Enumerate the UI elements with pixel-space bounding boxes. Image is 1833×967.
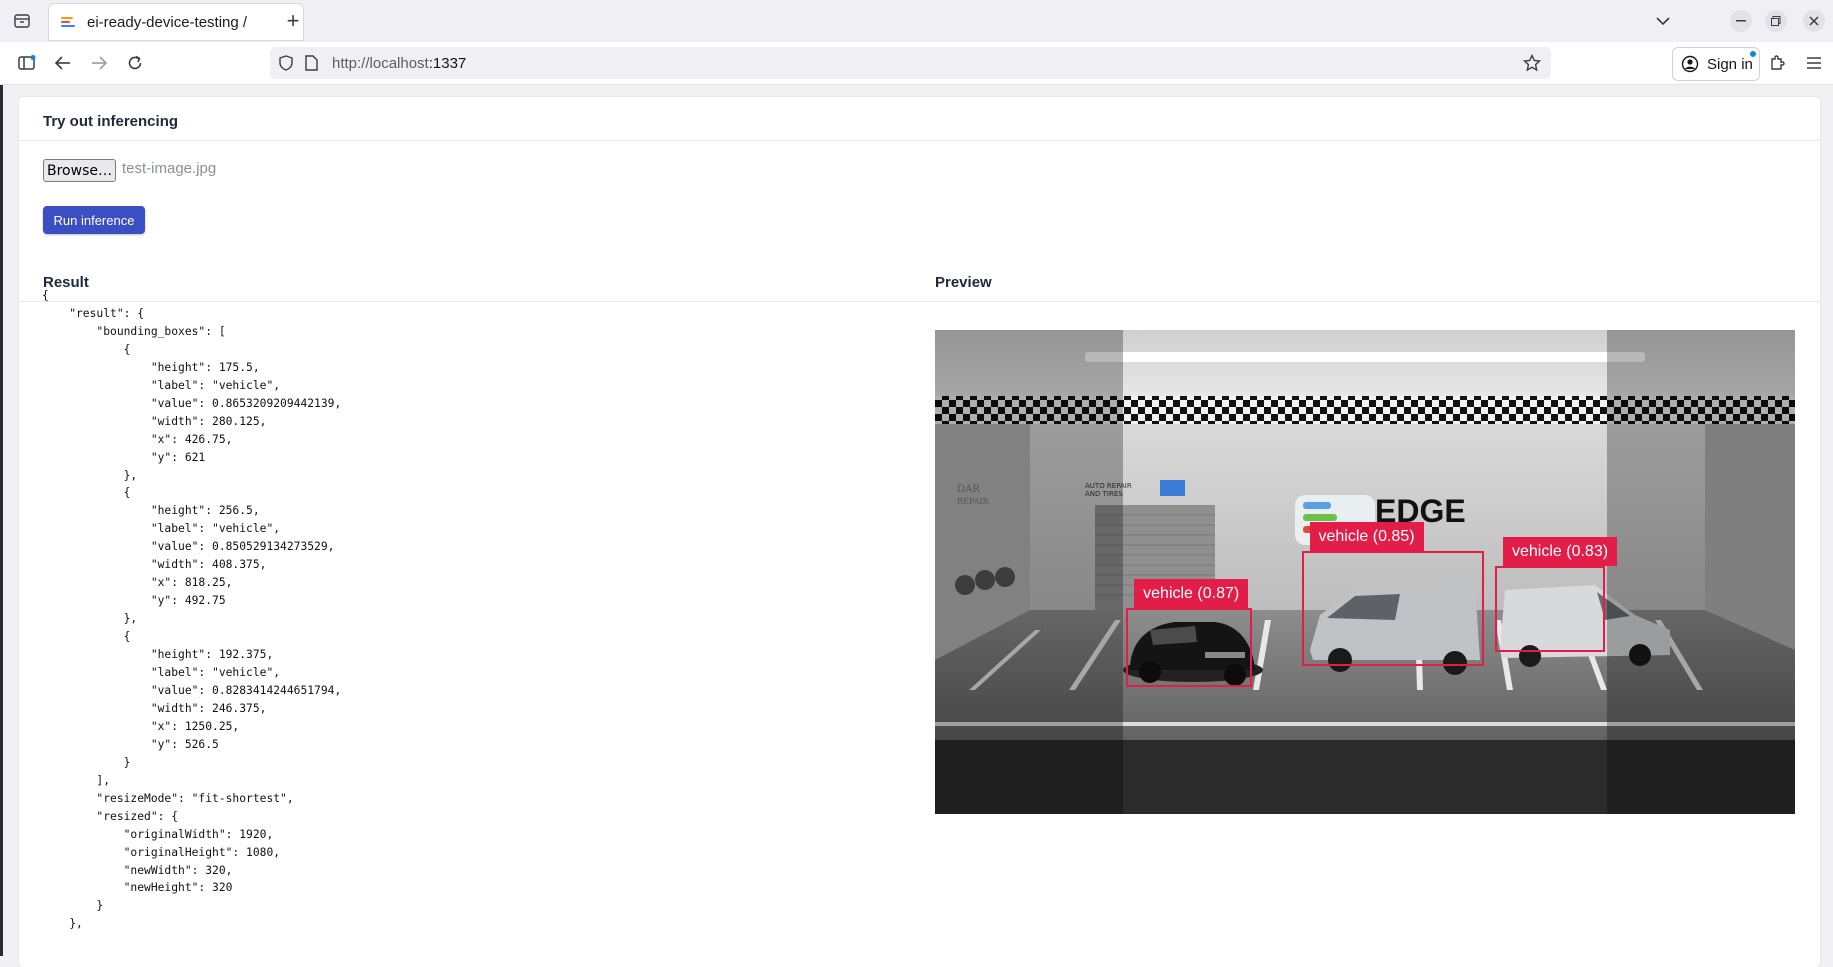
header-divider: [19, 140, 1820, 141]
page-info-icon[interactable]: [304, 55, 318, 76]
browser-tab-active[interactable]: ei-ready-device-testing /: [49, 4, 303, 40]
url-host: http://localhost: [332, 54, 429, 72]
detection-box: [1126, 608, 1252, 687]
browse-file-button[interactable]: Browse…: [43, 159, 116, 182]
url-port: :1337: [428, 54, 467, 72]
detection-label: vehicle (0.87): [1134, 579, 1249, 609]
inference-card: Try out inferencing Browse… test-image.j…: [19, 97, 1820, 967]
window-restore-icon[interactable]: [1765, 10, 1787, 32]
tab-favicon-icon: [61, 14, 77, 30]
notification-dot-icon: [1750, 51, 1756, 57]
sign-in-button[interactable]: Sign in: [1672, 47, 1760, 81]
tracking-protection-shield-icon[interactable]: [278, 55, 294, 76]
sidebar-toggle-icon[interactable]: [16, 52, 38, 74]
detection-label: vehicle (0.83): [1503, 536, 1618, 566]
page-viewport: Try out inferencing Browse… test-image.j…: [0, 85, 1833, 967]
preview-image: AUTO REPAIR AND TIRES DAR REPAIR EDGE ve…: [935, 330, 1795, 814]
preview-section-title: Preview: [935, 274, 992, 291]
back-arrow-icon[interactable]: [52, 52, 74, 74]
window-left-edge: [0, 85, 3, 956]
window-minimize-icon[interactable]: [1730, 10, 1752, 32]
detection-label: vehicle (0.85): [1309, 521, 1424, 551]
run-inference-button[interactable]: Run inference: [43, 206, 145, 234]
account-icon: [1681, 55, 1699, 73]
detection-box: [1495, 565, 1606, 653]
window-close-icon[interactable]: [1803, 10, 1825, 32]
url-text: http://localhost:1337: [332, 55, 466, 72]
tab-overview-icon[interactable]: [10, 10, 34, 32]
selected-file-name: test-image.jpg: [122, 160, 217, 177]
forward-arrow-icon[interactable]: [88, 52, 110, 74]
list-all-tabs-chevron-down-icon[interactable]: [1652, 10, 1674, 32]
new-tab-plus-icon[interactable]: +: [282, 8, 304, 33]
address-bar[interactable]: http://localhost:1337: [270, 47, 1551, 79]
browser-toolbar: http://localhost:1337 Sign in: [0, 42, 1833, 85]
result-json-output: { "result": { "bounding_boxes": [ { "hei…: [42, 289, 342, 931]
sign-in-label: Sign in: [1707, 55, 1753, 73]
app-menu-hamburger-icon[interactable]: [1803, 52, 1825, 74]
bookmark-star-icon[interactable]: [1522, 53, 1542, 77]
detection-box: [1301, 550, 1485, 666]
inference-section-title: Try out inferencing: [43, 113, 179, 130]
extensions-puzzle-icon[interactable]: [1766, 52, 1788, 74]
browser-tab-bar: ei-ready-device-testing / +: [0, 0, 1833, 42]
reload-icon[interactable]: [124, 52, 146, 74]
tab-title: ei-ready-device-testing /: [87, 13, 248, 31]
